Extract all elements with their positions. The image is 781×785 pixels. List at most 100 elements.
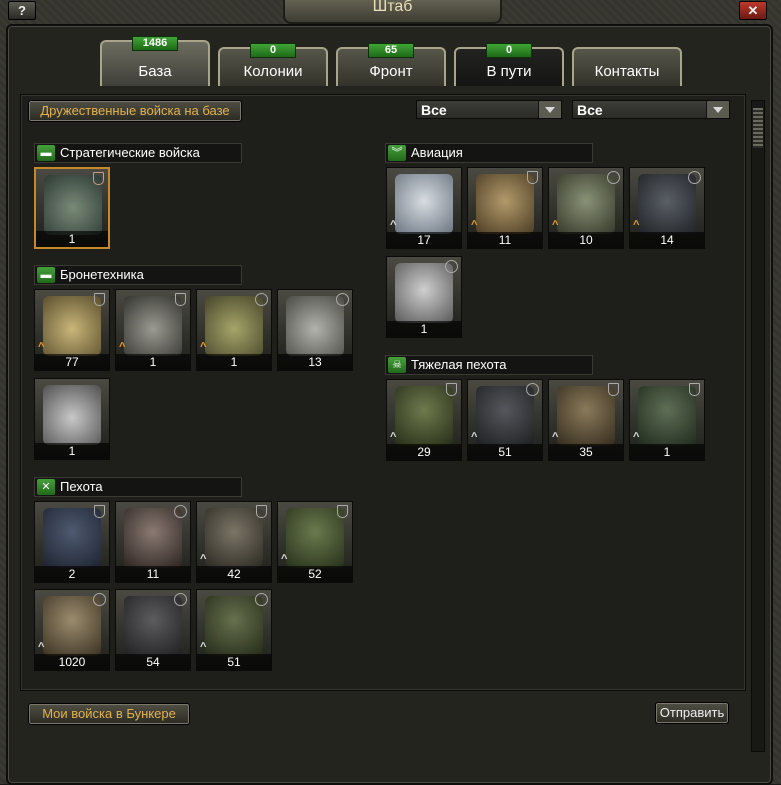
rank-chevron-icon: ^ <box>390 219 397 231</box>
unit-count: 1 <box>35 443 109 459</box>
unit-card[interactable]: ^ 52 <box>277 501 353 583</box>
tab-front[interactable]: 65 Фронт <box>336 43 446 86</box>
filter-value: Все <box>421 102 447 118</box>
unit-count: 1 <box>36 231 108 247</box>
crosshair-icon <box>607 171 620 184</box>
unit-count: 1 <box>630 444 704 460</box>
unit-image <box>205 596 263 656</box>
wings-icon: ︾ <box>388 145 406 161</box>
friendly-troops-button[interactable]: Дружественные войска на базе <box>28 100 242 122</box>
unit-card[interactable]: ^ 29 <box>386 379 462 461</box>
filter-select-2[interactable]: Все <box>572 100 730 119</box>
help-button[interactable]: ? <box>8 1 36 20</box>
unit-count: 52 <box>278 566 352 582</box>
tank-icon: ▬ <box>37 145 55 161</box>
unit-count: 14 <box>630 232 704 248</box>
shield-icon <box>527 171 538 184</box>
scrollbar[interactable] <box>751 100 765 752</box>
rank-chevron-icon: ^ <box>633 219 640 231</box>
category-infantry: ✕ Пехота <box>34 477 242 497</box>
unit-card[interactable]: 13 <box>277 289 353 371</box>
unit-card[interactable]: 11 <box>115 501 191 583</box>
unit-count: 35 <box>549 444 623 460</box>
tab-base[interactable]: 1486 База <box>100 36 210 86</box>
tab-in-transit[interactable]: 0 В пути <box>454 43 564 86</box>
unit-count: 29 <box>387 444 461 460</box>
unit-card[interactable]: ^ 14 <box>629 167 705 249</box>
rank-chevron-icon: ^ <box>552 219 559 231</box>
shield-icon <box>608 383 619 396</box>
unit-card[interactable]: ^ 1 <box>196 289 272 371</box>
rank-chevron-icon: ^ <box>390 431 397 443</box>
filter-select-1[interactable]: Все <box>416 100 562 119</box>
crosshair-icon <box>174 505 187 518</box>
unit-image <box>43 508 101 568</box>
unit-image <box>205 296 263 356</box>
close-button[interactable]: ✕ <box>739 1 767 20</box>
unit-image <box>638 174 696 234</box>
unit-image <box>638 386 696 446</box>
unit-image <box>286 296 344 356</box>
unit-card[interactable]: ^ 1020 <box>34 589 110 671</box>
scrollbar-thumb[interactable] <box>753 108 763 148</box>
unit-card[interactable]: 1 <box>386 256 462 338</box>
unit-card[interactable]: ^ 10 <box>548 167 624 249</box>
unit-image <box>476 174 534 234</box>
unit-count: 1 <box>387 321 461 337</box>
unit-card[interactable]: 2 <box>34 501 110 583</box>
unit-card[interactable]: 1 <box>34 167 110 249</box>
category-strategic: ▬ Стратегические войска <box>34 143 242 163</box>
unit-count: 13 <box>278 354 352 370</box>
category-aviation: ︾ Авиация <box>385 143 593 163</box>
shield-icon <box>175 293 186 306</box>
unit-card[interactable]: ^ 42 <box>196 501 272 583</box>
unit-image <box>124 596 182 656</box>
unit-image <box>43 596 101 656</box>
unit-count: 1 <box>197 354 271 370</box>
unit-count: 1 <box>116 354 190 370</box>
send-button[interactable]: Отправить <box>655 702 729 724</box>
tab-badge: 0 <box>250 43 296 58</box>
crosshair-icon <box>255 293 268 306</box>
shield-icon <box>689 383 700 396</box>
unit-count: 10 <box>549 232 623 248</box>
shield-icon <box>93 172 104 185</box>
unit-card[interactable]: ^ 77 <box>34 289 110 371</box>
unit-card[interactable]: ^ 1 <box>629 379 705 461</box>
unit-card[interactable]: ^ 51 <box>467 379 543 461</box>
rank-chevron-icon: ^ <box>552 431 559 443</box>
crosshair-icon <box>174 593 187 606</box>
unit-card[interactable]: ^ 51 <box>196 589 272 671</box>
unit-card[interactable]: ^ 17 <box>386 167 462 249</box>
tab-badge: 65 <box>368 43 414 58</box>
unit-count: 51 <box>197 654 271 670</box>
tab-colonies[interactable]: 0 Колонии <box>218 43 328 86</box>
tab-label: Колонии <box>243 63 303 80</box>
crosshair-icon <box>93 593 106 606</box>
unit-card[interactable]: ^ 11 <box>467 167 543 249</box>
chevron-down-icon[interactable] <box>538 101 561 118</box>
unit-card[interactable]: ^ 1 <box>115 289 191 371</box>
crosshair-icon <box>526 383 539 396</box>
chevron-down-icon[interactable] <box>706 101 729 118</box>
unit-image <box>557 386 615 446</box>
unit-card[interactable]: ^ 35 <box>548 379 624 461</box>
unit-card[interactable]: 1 <box>34 378 110 460</box>
unit-count: 1020 <box>35 654 109 670</box>
unit-image <box>44 175 102 235</box>
tab-label: В пути <box>486 63 532 80</box>
tab-contacts[interactable]: Контакты <box>572 47 682 86</box>
unit-image <box>124 296 182 356</box>
rank-chevron-icon: ^ <box>38 641 45 653</box>
category-label: Тяжелая пехота <box>411 357 507 372</box>
unit-image <box>557 174 615 234</box>
crosshair-icon <box>336 293 349 306</box>
bunker-troops-button[interactable]: Мои войска в Бункере <box>28 703 190 725</box>
unit-card[interactable]: 54 <box>115 589 191 671</box>
unit-count: 42 <box>197 566 271 582</box>
filter-value: Все <box>577 102 603 118</box>
crosshair-icon <box>688 171 701 184</box>
unit-count: 17 <box>387 232 461 248</box>
crosshair-icon <box>445 260 458 273</box>
unit-count: 11 <box>116 566 190 582</box>
